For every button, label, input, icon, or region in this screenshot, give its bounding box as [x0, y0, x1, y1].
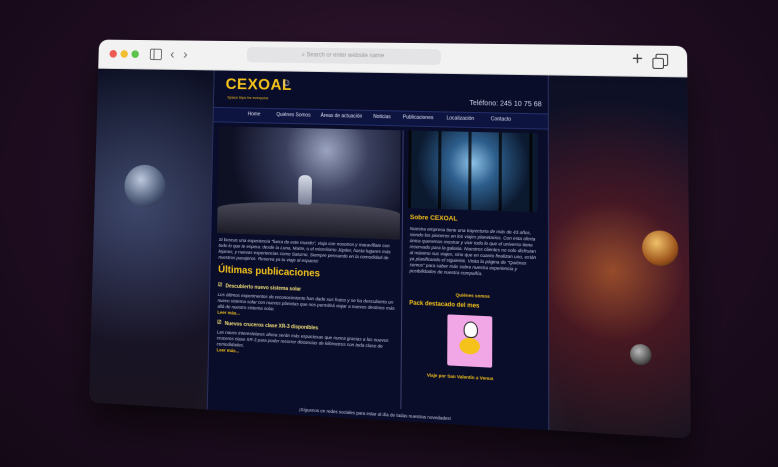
main-menu: Home Quiénes Somos Áreas de actuación No… [213, 106, 548, 130]
window-frame [407, 130, 538, 213]
address-bar[interactable]: ⌕ Search or enter website name [246, 46, 441, 65]
heart-balloon [459, 337, 480, 355]
phone-number: Teléfono: 245 10 75 68 [469, 100, 542, 109]
sidebar-icon[interactable] [149, 48, 163, 61]
planet-image-left [123, 164, 166, 208]
tabs-overview-icon[interactable] [655, 53, 669, 67]
back-icon[interactable]: ‹ [170, 46, 175, 61]
browser-mockup: ‹ › ⌕ Search or enter website name + CEX… [88, 39, 691, 439]
post2-read-more[interactable]: Leer más... [217, 347, 240, 353]
post2-text: Las naves interestelares ahora serán más… [216, 329, 389, 349]
planet-image-small [630, 343, 652, 366]
astronaut-figure [298, 174, 313, 205]
maximize-window-button[interactable] [131, 50, 139, 58]
post-check-icon: ☑ [217, 319, 222, 326]
menu-item-noticias[interactable]: Noticias [373, 114, 391, 120]
intro-text: Si buscas una experiencia "fuera de este… [218, 237, 391, 264]
web-viewport: CEXOAL ☺ Space trips for everyone Teléfo… [88, 68, 691, 439]
astronaut-logo-icon: ☺ [280, 77, 292, 90]
browser-window: ‹ › ⌕ Search or enter website name + CEX… [88, 39, 691, 439]
site-tagline: Space trips for everyone [227, 94, 269, 101]
menu-item-contacto[interactable]: Contacto [491, 116, 511, 122]
menu-item-quienes-somos[interactable]: Quiénes Somos [276, 112, 310, 119]
post-check-icon: ☑ [217, 282, 223, 289]
new-tab-button[interactable]: + [632, 48, 643, 69]
address-placeholder: Search or enter website name [306, 52, 385, 60]
featured-pack-image[interactable] [447, 314, 493, 368]
about-link[interactable]: Quiénes somos [456, 292, 490, 299]
post1-read-more[interactable]: Leer más... [217, 310, 240, 316]
close-window-button[interactable] [109, 50, 117, 58]
pack-heading: Pack destacado del mes [409, 300, 480, 310]
forward-icon[interactable]: › [183, 46, 188, 61]
left-column: Si buscas una experiencia "fuera de este… [213, 126, 404, 409]
scene: ‹ › ⌕ Search or enter website name + CEX… [0, 0, 778, 467]
menu-item-home[interactable]: Home [248, 111, 261, 117]
post1-title[interactable]: Descubierto nuevo sistema solar [225, 283, 301, 292]
publications-heading: Últimas publicaciones [218, 264, 321, 280]
moon-ground [217, 199, 401, 240]
spaceship-window-image [407, 130, 538, 213]
menu-item-areas[interactable]: Áreas de actuación [321, 113, 363, 120]
planet-image-right [642, 229, 679, 267]
right-column: Sobre CEXOAL Nuestra empresa tiene una t… [406, 130, 541, 417]
minimize-window-button[interactable] [120, 50, 128, 58]
astronaut-hero-image [217, 126, 401, 240]
site-page: CEXOAL ☺ Space trips for everyone Teléfo… [206, 70, 550, 431]
menu-item-localizacion[interactable]: Localización [447, 115, 475, 122]
astronaut-cartoon [463, 321, 478, 339]
menu-item-publicaciones[interactable]: Publicaciones [403, 115, 434, 122]
about-heading: Sobre CEXOAL [409, 214, 458, 223]
post1-text: Los últimos experimentos de reconocimien… [217, 291, 395, 312]
pack-caption[interactable]: Viaje por San Valentín a Venus [427, 372, 494, 381]
about-text: Nuestra empresa tiene una trayectoria de… [409, 226, 537, 277]
